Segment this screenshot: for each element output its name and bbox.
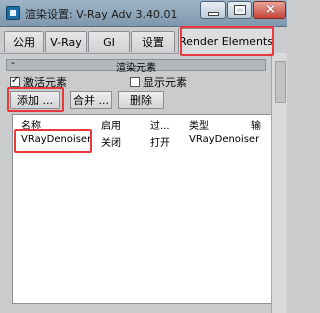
element-name: VRayDenoiser (21, 134, 92, 145)
render-elements-list[interactable]: 名称 启用 过... 类型 输 VRayDenoiser 关闭 打开 VRayD… (12, 114, 272, 304)
rollout-title: 渲染元素 (116, 63, 156, 74)
column-header-output[interactable]: 输 (251, 117, 261, 132)
display-elements-label: 显示元素 (143, 76, 187, 89)
active-elements-label: 激活元素 (23, 76, 67, 89)
active-elements-checkbox[interactable]: ✓ 激活元素 (10, 75, 67, 89)
tab-common[interactable]: 公用 (4, 31, 44, 52)
close-button[interactable]: × (253, 1, 286, 19)
check-icon: ✓ (11, 75, 20, 86)
close-icon: × (265, 2, 276, 17)
tab-render-elements[interactable]: Render Elements (178, 28, 274, 54)
delete-button[interactable]: 删除 (118, 91, 164, 109)
minimize-button[interactable] (200, 1, 226, 19)
checkbox-box[interactable]: ✓ (10, 75, 20, 87)
window-title: 渲染设置: V-Ray Adv 3.40.01 (25, 8, 178, 21)
tab-vray[interactable]: V-Ray (45, 31, 87, 52)
tab-gi[interactable]: GI (88, 31, 130, 52)
tab-bar: 公用 V-Ray GI 设置 Render Elements (0, 27, 287, 54)
display-elements-checkbox[interactable]: 显示元素 (130, 75, 187, 89)
column-header-type[interactable]: 类型 (189, 117, 209, 132)
element-filter: 打开 (150, 138, 170, 149)
merge-button[interactable]: 合并 ... (70, 91, 112, 109)
app-icon (6, 6, 20, 20)
checkbox-box[interactable] (130, 77, 140, 87)
list-header: 名称 启用 过... 类型 输 (13, 115, 271, 132)
tab-settings[interactable]: 设置 (131, 31, 175, 52)
maximize-button[interactable] (227, 1, 252, 19)
list-item[interactable]: VRayDenoiser 关闭 打开 VRayDenoiser (13, 132, 271, 149)
title-bar: 渲染设置: V-Ray Adv 3.40.01 × (0, 0, 287, 27)
element-enabled: 关闭 (101, 138, 121, 149)
element-type: VRayDenoiser (189, 134, 260, 145)
add-button[interactable]: 添加 ... (10, 91, 60, 109)
minimize-icon (209, 13, 218, 15)
maximize-icon (234, 5, 246, 15)
column-header-name[interactable]: 名称 (21, 117, 41, 132)
column-header-filter[interactable]: 过... (150, 117, 170, 132)
panel-scrollbar[interactable] (271, 53, 287, 313)
column-header-enabled[interactable]: 启用 (101, 117, 121, 132)
rollout-header[interactable]: - 渲染元素 (6, 56, 266, 74)
